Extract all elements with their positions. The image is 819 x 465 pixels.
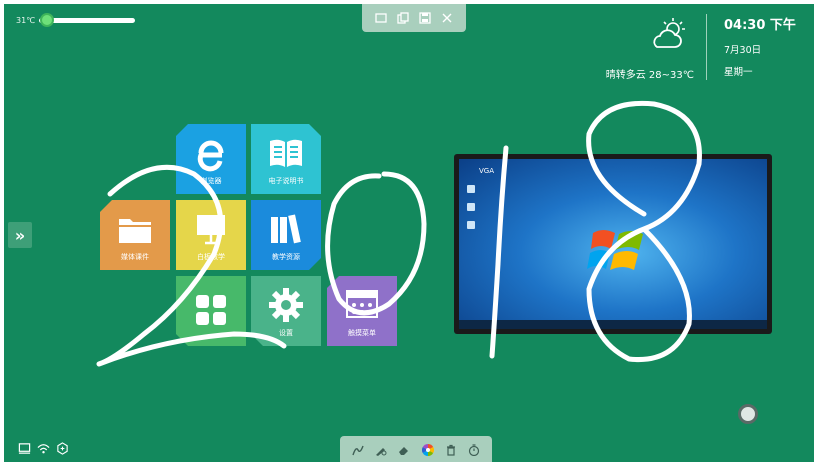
- network-icon[interactable]: [56, 442, 69, 455]
- desktop-icon: [467, 203, 475, 211]
- books-icon: [266, 209, 306, 249]
- weather-widget[interactable]: 晴转多云 28~33℃: [594, 16, 704, 81]
- weather-text: 晴转多云 28~33℃: [605, 70, 694, 81]
- timer-icon[interactable]: [467, 443, 481, 457]
- windows-desktop-preview: VGA: [459, 159, 767, 329]
- book-icon: [266, 133, 306, 173]
- tile-settings[interactable]: 设置: [251, 276, 321, 346]
- desktop-icon: [467, 185, 475, 193]
- pen-icon[interactable]: [351, 443, 365, 457]
- tile-apps[interactable]: [176, 276, 246, 346]
- touch-menu-icon: [346, 289, 378, 318]
- floating-home-button[interactable]: [738, 404, 758, 424]
- close-icon[interactable]: [440, 11, 454, 25]
- sidebar-expand-button[interactable]: »: [8, 222, 32, 248]
- partly-cloudy-sun-icon: [653, 18, 685, 48]
- clock-date: 7月30日: [724, 45, 762, 56]
- save-icon[interactable]: [418, 11, 432, 25]
- whiteboard-icon: [197, 214, 225, 244]
- vga-source-preview[interactable]: VGA: [454, 154, 772, 334]
- temperature-slider[interactable]: 31℃: [16, 13, 136, 27]
- desktop-icon: [467, 221, 475, 229]
- tile-teaching-resources[interactable]: 教学资源: [251, 200, 321, 270]
- top-toolbar: [362, 4, 466, 32]
- color-wheel-icon[interactable]: [421, 443, 435, 457]
- tile-label: 设置: [279, 328, 293, 337]
- double-chevron-right-icon: »: [14, 225, 26, 245]
- tile-label: 电子说明书: [268, 176, 304, 185]
- wifi-icon[interactable]: [37, 442, 50, 455]
- windows-taskbar: [459, 320, 767, 329]
- tile-label: 媒体课件: [121, 252, 149, 261]
- trash-icon[interactable]: [444, 443, 458, 457]
- clock-widget: 04:30 下午 7月30日 星期一: [724, 14, 796, 78]
- slider-track[interactable]: [39, 13, 136, 27]
- tile-touch-menu[interactable]: 触摸菜单: [327, 276, 397, 346]
- clock-weekday: 星期一: [724, 67, 753, 78]
- clock-time: 04:30 下午: [724, 18, 796, 33]
- tile-media-courseware[interactable]: 媒体课件: [100, 200, 170, 270]
- tile-label: 教学资源: [272, 252, 300, 261]
- tile-browser[interactable]: 浏览器: [176, 124, 246, 194]
- gear-icon: [266, 285, 306, 325]
- computer-icon[interactable]: [18, 442, 31, 455]
- tile-label: 白板教学: [197, 252, 225, 261]
- tile-whiteboard[interactable]: 白板教学: [176, 200, 246, 270]
- copy-icon[interactable]: [396, 11, 410, 25]
- desktop-background[interactable]: 31℃ 晴转多云 28~33℃ 04:30 下午 7月30日 星期一 » 浏览器…: [4, 4, 814, 462]
- pen-settings-icon[interactable]: [374, 443, 388, 457]
- status-icons: [18, 442, 69, 455]
- windows-logo-icon: [587, 230, 643, 270]
- eraser-icon[interactable]: [397, 443, 411, 457]
- annotation-toolbar: [340, 436, 492, 462]
- browser-icon: [197, 140, 224, 171]
- app-grid-icon: [191, 290, 231, 330]
- slider-knob[interactable]: [39, 13, 54, 27]
- tile-e-manual[interactable]: 电子说明书: [251, 124, 321, 194]
- tile-label: 浏览器: [200, 176, 222, 185]
- minimize-window-icon[interactable]: [374, 11, 388, 25]
- folder-icon: [119, 218, 151, 243]
- source-label: VGA: [479, 167, 495, 175]
- temperature-label: 31℃: [16, 16, 36, 25]
- tile-label: 触摸菜单: [348, 328, 376, 337]
- divider: [706, 14, 707, 80]
